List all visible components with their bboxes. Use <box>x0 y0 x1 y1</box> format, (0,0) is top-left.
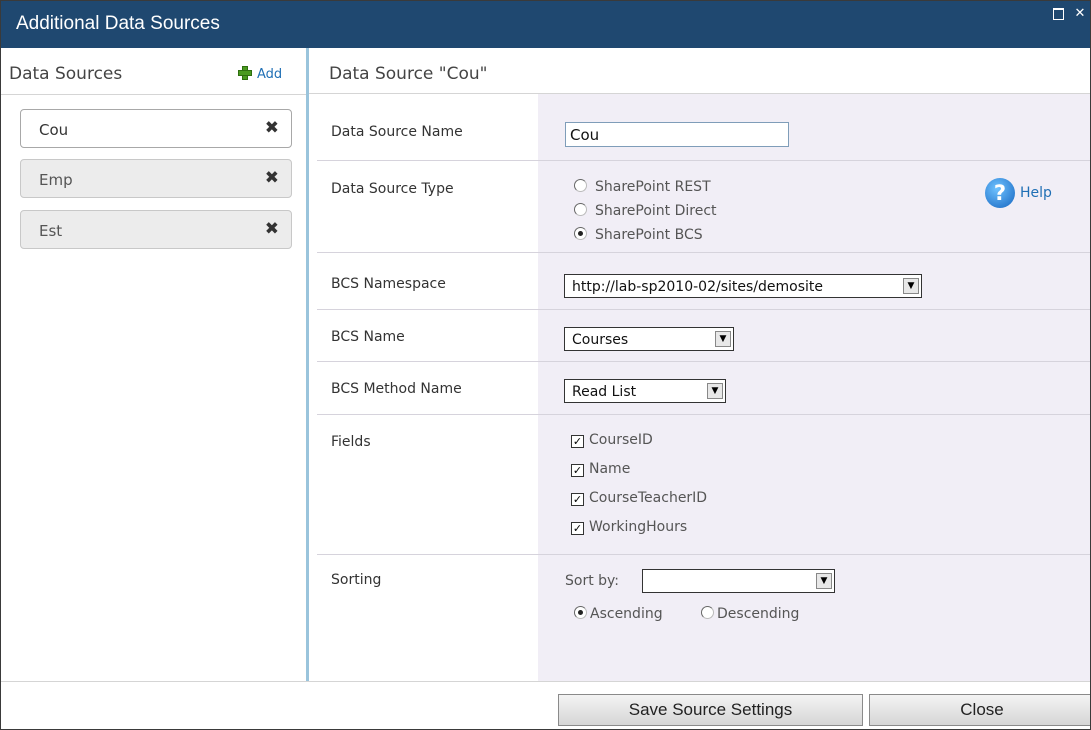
radio-label: Ascending <box>590 606 663 622</box>
data-source-settings-panel: Data Source "Cou" Data Source Name Data … <box>309 48 1090 681</box>
chevron-down-icon[interactable]: ▼ <box>707 383 723 399</box>
settings-header: Data Source "Cou" <box>309 48 1090 94</box>
save-source-settings-button[interactable]: Save Source Settings <box>558 694 863 726</box>
chevron-down-icon[interactable]: ▼ <box>903 278 919 294</box>
sort-by-select[interactable]: ▼ <box>642 569 835 593</box>
sorting-label: Sorting <box>331 572 382 588</box>
radio-sharepoint-direct[interactable]: SharePoint Direct <box>574 203 717 219</box>
plus-icon <box>238 66 252 80</box>
data-source-label: Emp <box>39 171 73 189</box>
select-value: Read List <box>572 384 637 400</box>
sort-by-label: Sort by: <box>565 573 620 589</box>
bcs-namespace-select[interactable]: http://lab-sp2010-02/sites/demosite ▼ <box>564 274 922 298</box>
bcs-name-label: BCS Name <box>331 329 405 345</box>
data-sources-heading: Data Sources <box>9 64 123 84</box>
radio-button[interactable] <box>574 203 587 216</box>
row-divider <box>317 361 1090 362</box>
checkbox-label: WorkingHours <box>589 519 688 535</box>
help-icon: ? <box>985 178 1015 208</box>
radio-descending[interactable]: Descending <box>701 606 799 622</box>
field-checkbox-workinghours[interactable]: ✓ WorkingHours <box>571 519 687 535</box>
data-source-type-label: Data Source Type <box>331 181 454 197</box>
radio-sharepoint-bcs[interactable]: SharePoint BCS <box>574 227 703 243</box>
radio-button[interactable] <box>574 227 587 240</box>
checkbox-label: Name <box>589 461 631 477</box>
remove-icon[interactable]: ✖ <box>265 219 279 239</box>
checkbox[interactable]: ✓ <box>571 522 584 535</box>
data-source-item-emp[interactable]: Emp ✖ <box>20 159 292 198</box>
row-divider <box>317 309 1090 310</box>
data-source-item-cou[interactable]: Cou ✖ <box>20 109 292 148</box>
maximize-icon[interactable] <box>1051 7 1065 21</box>
field-checkbox-name[interactable]: ✓ Name <box>571 461 630 477</box>
data-source-label: Est <box>39 222 63 240</box>
radio-button[interactable] <box>574 606 587 619</box>
chevron-down-icon[interactable]: ▼ <box>816 573 832 589</box>
checkbox-label: CourseID <box>589 432 653 448</box>
settings-heading: Data Source "Cou" <box>329 64 488 84</box>
radio-button[interactable] <box>574 179 587 192</box>
checkbox[interactable]: ✓ <box>571 464 584 477</box>
checkbox-label: CourseTeacherID <box>589 490 708 506</box>
row-divider <box>317 414 1090 415</box>
remove-icon[interactable]: ✖ <box>265 168 279 188</box>
data-source-label: Cou <box>39 121 69 139</box>
row-divider <box>317 554 1090 555</box>
data-source-item-est[interactable]: Est ✖ <box>20 210 292 249</box>
title-bar: Additional Data Sources ✕ <box>1 1 1090 48</box>
bcs-name-select[interactable]: Courses ▼ <box>564 327 734 351</box>
dialog-footer: Save Source Settings Close <box>1 681 1090 729</box>
data-sources-panel: Data Sources Add Cou ✖ Emp ✖ Est ✖ <box>1 48 306 681</box>
radio-label: Descending <box>717 606 800 622</box>
data-source-name-input[interactable] <box>565 122 789 147</box>
fields-label: Fields <box>331 434 371 450</box>
field-checkbox-courseteacherid[interactable]: ✓ CourseTeacherID <box>571 490 707 506</box>
bcs-method-name-select[interactable]: Read List ▼ <box>564 379 726 403</box>
radio-label: SharePoint Direct <box>595 203 717 219</box>
chevron-down-icon[interactable]: ▼ <box>715 331 731 347</box>
checkbox[interactable]: ✓ <box>571 493 584 506</box>
checkbox[interactable]: ✓ <box>571 435 584 448</box>
close-button[interactable]: Close <box>869 694 1090 726</box>
dialog-window: Additional Data Sources ✕ Data Sources A… <box>0 0 1091 730</box>
select-value: http://lab-sp2010-02/sites/demosite <box>572 279 823 295</box>
bcs-namespace-label: BCS Namespace <box>331 276 446 292</box>
help-label: Help <box>1020 185 1052 201</box>
select-value: Courses <box>572 332 629 348</box>
add-label: Add <box>257 67 283 82</box>
close-icon[interactable]: ✕ <box>1073 7 1087 21</box>
add-data-source-button[interactable]: Add <box>238 66 282 82</box>
radio-sharepoint-rest[interactable]: SharePoint REST <box>574 179 711 195</box>
radio-label: SharePoint BCS <box>595 227 703 243</box>
row-divider <box>317 252 1090 253</box>
row-divider <box>317 160 1090 161</box>
field-checkbox-courseid[interactable]: ✓ CourseID <box>571 432 653 448</box>
radio-label: SharePoint REST <box>595 179 711 195</box>
help-link[interactable]: ? Help <box>985 178 1052 208</box>
data-source-name-label: Data Source Name <box>331 124 463 140</box>
window-title: Additional Data Sources <box>16 13 220 34</box>
remove-icon[interactable]: ✖ <box>265 118 279 138</box>
radio-ascending[interactable]: Ascending <box>574 606 663 622</box>
bcs-method-name-label: BCS Method Name <box>331 381 462 397</box>
radio-button[interactable] <box>701 606 714 619</box>
data-sources-header: Data Sources Add <box>1 48 306 95</box>
